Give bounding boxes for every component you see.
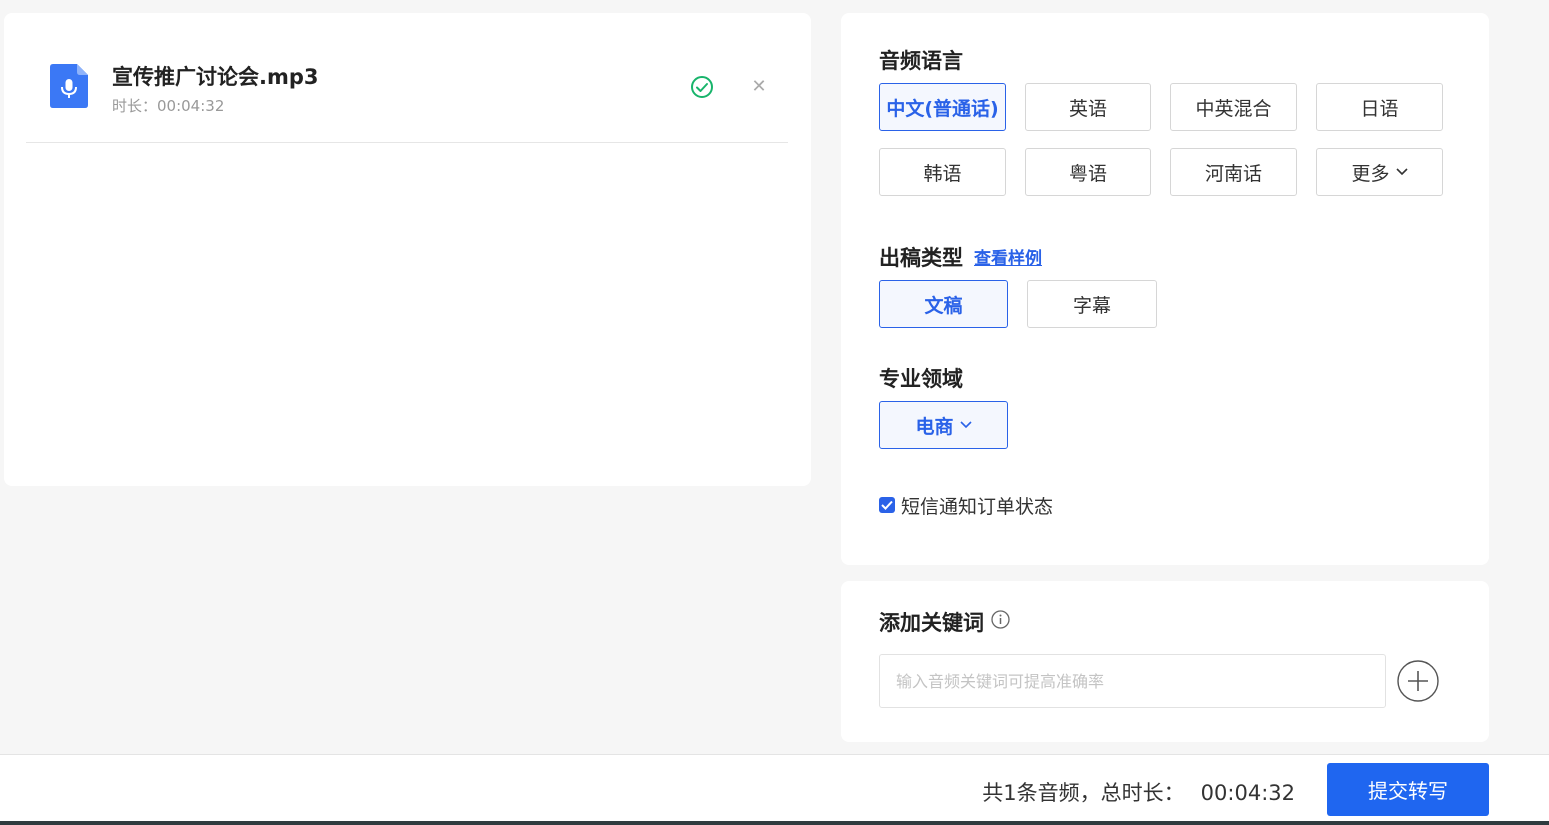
audio-file-icon — [50, 64, 88, 108]
settings-panel: 音频语言 中文(普通话) 英语 中英混合 日语 韩语 粤语 河南话 更多 出稿类… — [841, 13, 1489, 565]
audio-language-title: 音频语言 — [879, 49, 963, 73]
sms-notify-checkbox[interactable] — [879, 497, 895, 513]
lang-option-label: 韩语 — [923, 162, 962, 185]
lang-option-label: 英语 — [1068, 97, 1107, 120]
domain-value: 电商 — [915, 415, 954, 438]
submit-transcription-button[interactable]: 提交转写 — [1327, 763, 1489, 816]
window-bottom-strip — [0, 821, 1549, 825]
lang-option-japanese[interactable]: 日语 — [1316, 83, 1443, 131]
domain-title: 专业领域 — [879, 367, 963, 391]
output-type-title: 出稿类型 — [879, 246, 963, 270]
lang-option-cantonese[interactable]: 粤语 — [1025, 148, 1151, 196]
lang-option-label: 中英混合 — [1195, 97, 1272, 120]
add-keyword-plus-icon[interactable] — [1397, 660, 1439, 702]
chevron-down-icon — [1395, 168, 1408, 176]
lang-option-label: 河南话 — [1204, 162, 1262, 185]
file-duration: 时长：00:04:32 — [112, 97, 225, 115]
lang-option-henan[interactable]: 河南话 — [1170, 148, 1297, 196]
lang-option-mandarin[interactable]: 中文(普通话) — [879, 83, 1006, 131]
keyword-input[interactable] — [879, 654, 1386, 708]
view-sample-link[interactable]: 查看样例 — [974, 244, 1042, 269]
total-duration-label: 总时长： — [1100, 781, 1185, 805]
lang-option-label: 粤语 — [1068, 162, 1107, 185]
sms-notify-label: 短信通知订单状态 — [901, 496, 1054, 518]
output-option-document[interactable]: 文稿 — [879, 280, 1008, 328]
file-name: 宣传推广讨论会.mp3 — [112, 65, 319, 89]
lang-option-label: 中文(普通话) — [886, 97, 999, 120]
check-circle-icon — [691, 76, 713, 98]
output-option-subtitle[interactable]: 字幕 — [1027, 280, 1157, 328]
file-list-panel: 宣传推广讨论会.mp3 时长：00:04:32 ✕ — [4, 13, 811, 486]
keyword-panel: 添加关键词 — [841, 581, 1489, 742]
page: 宣传推广讨论会.mp3 时长：00:04:32 ✕ 音频语言 中文(普通话) 英… — [0, 0, 1549, 825]
output-option-label: 字幕 — [1072, 294, 1111, 317]
audio-summary: 共1条音频，总时长： 00:04:32 — [982, 777, 1295, 807]
lang-option-english[interactable]: 英语 — [1025, 83, 1151, 131]
audio-count: 共1条音频， — [982, 781, 1101, 805]
lang-option-label: 日语 — [1360, 97, 1399, 120]
lang-option-korean[interactable]: 韩语 — [879, 148, 1006, 196]
lang-option-mixed[interactable]: 中英混合 — [1170, 83, 1297, 131]
file-row: 宣传推广讨论会.mp3 时长：00:04:32 ✕ — [26, 13, 788, 143]
lang-option-more[interactable]: 更多 — [1316, 148, 1443, 196]
bottom-bar: 共1条音频，总时长： 00:04:32 提交转写 — [0, 754, 1549, 825]
chevron-down-icon — [959, 421, 972, 429]
checkmark-icon — [881, 500, 893, 510]
keywords-title: 添加关键词 — [879, 611, 984, 635]
total-duration-value: 00:04:32 — [1200, 781, 1295, 805]
domain-dropdown[interactable]: 电商 — [879, 401, 1008, 449]
info-icon[interactable] — [991, 610, 1010, 629]
lang-option-label: 更多 — [1351, 162, 1390, 185]
remove-file-close-icon[interactable]: ✕ — [751, 75, 767, 99]
output-option-label: 文稿 — [924, 294, 963, 317]
